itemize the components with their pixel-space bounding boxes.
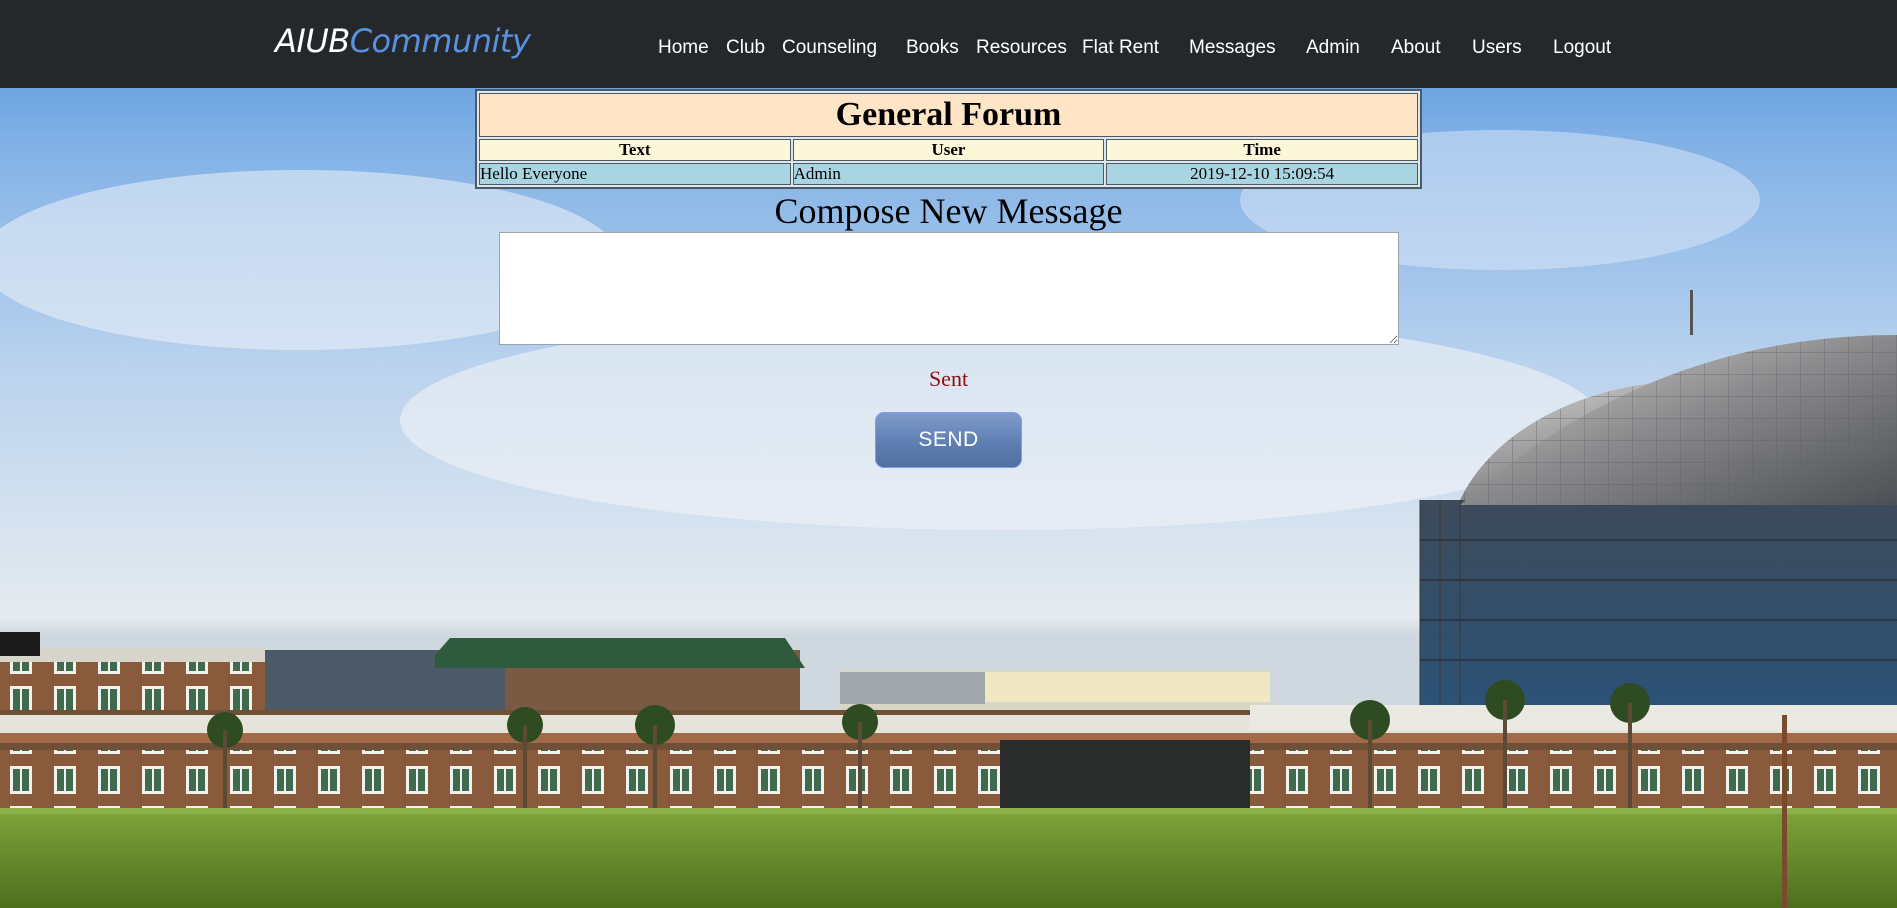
brand-part-aiub: AIUB (275, 22, 350, 60)
nav-flat-rent[interactable]: Flat Rent (1082, 37, 1159, 59)
brand-logo[interactable]: AIUBCommunity (275, 22, 531, 60)
table-row: Hello Everyone Admin 2019-12-10 15:09:54 (479, 163, 1418, 185)
nav-logout[interactable]: Logout (1553, 37, 1611, 59)
nav-counseling[interactable]: Counseling (782, 37, 877, 59)
send-button[interactable]: SEND (875, 412, 1022, 468)
column-header-time: Time (1106, 139, 1418, 161)
nav-about[interactable]: About (1391, 37, 1441, 59)
message-time-cell: 2019-12-10 15:09:54 (1106, 163, 1418, 185)
nav-books[interactable]: Books (906, 37, 959, 59)
column-header-user: User (792, 139, 1105, 161)
brand-part-community: Community (349, 22, 531, 60)
column-header-text: Text (479, 139, 791, 161)
nav-resources[interactable]: Resources (976, 37, 1067, 59)
general-forum-table: General Forum Text User Time Hello Every… (475, 89, 1422, 189)
message-user-cell: Admin (792, 163, 1105, 185)
message-text-cell: Hello Everyone (479, 163, 791, 185)
nav-club[interactable]: Club (726, 37, 765, 59)
nav-home[interactable]: Home (658, 37, 709, 59)
send-status-text: Sent (928, 366, 969, 391)
nav-admin[interactable]: Admin (1306, 37, 1360, 59)
compose-title: Compose New Message (774, 191, 1123, 231)
forum-title: General Forum (479, 93, 1418, 137)
message-textarea[interactable] (499, 232, 1399, 345)
top-navbar: AIUBCommunity Home Club Counseling Books… (0, 0, 1897, 88)
nav-messages[interactable]: Messages (1189, 37, 1276, 59)
nav-users[interactable]: Users (1472, 37, 1522, 59)
